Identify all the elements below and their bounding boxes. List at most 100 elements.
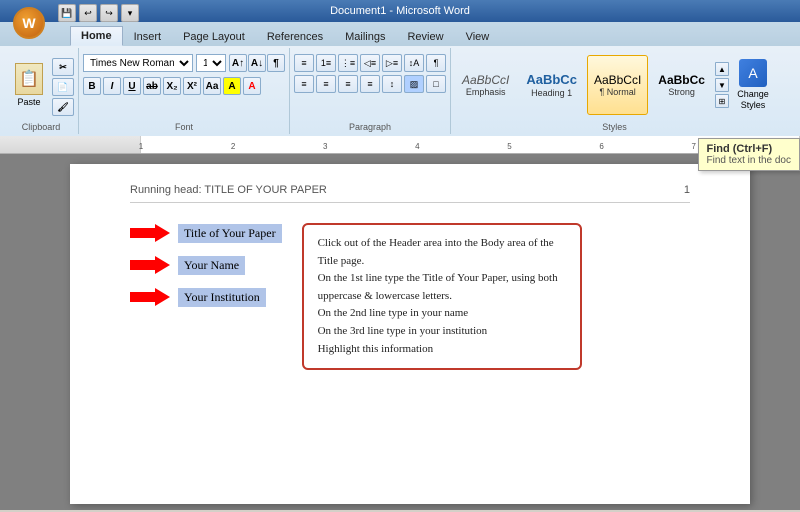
styles-group: AaBbCcI Emphasis AaBbCc Heading 1 AaBbCc… <box>451 48 778 134</box>
style-normal-btn[interactable]: AaBbCcI ¶ Normal <box>587 55 648 115</box>
doc-content: Title of Your Paper Your Name <box>130 223 690 370</box>
document-area[interactable]: Running head: TITLE OF YOUR PAPER 1 Titl… <box>20 154 800 510</box>
title-text: Document1 - Microsoft Word <box>330 5 470 17</box>
office-logo[interactable]: W <box>13 7 45 39</box>
page-number: 1 <box>684 184 690 196</box>
font-color-btn[interactable]: A <box>243 77 261 95</box>
ribbon-tabs: Home Insert Page Layout References Maili… <box>0 22 800 46</box>
name-arrow <box>130 255 170 275</box>
find-tooltip-desc: Find text in the doc <box>707 155 792 166</box>
numbering-btn[interactable]: 1≡ <box>316 54 336 72</box>
page: Running head: TITLE OF YOUR PAPER 1 Titl… <box>70 164 750 504</box>
redo-quick-btn[interactable]: ↪ <box>100 4 118 22</box>
shading-btn[interactable]: ▨ <box>404 75 424 93</box>
title-arrow <box>130 223 170 243</box>
style-emphasis-btn[interactable]: AaBbCcI Emphasis <box>455 55 516 115</box>
title-text: Title of Your Paper <box>178 224 282 243</box>
find-tooltip: Find (Ctrl+F) Find text in the doc <box>698 138 800 171</box>
align-right-btn[interactable]: ≡ <box>338 75 358 93</box>
highlight-btn[interactable]: A <box>223 77 241 95</box>
style-normal-preview: AaBbCcI <box>594 73 641 87</box>
clipboard-label: Clipboard <box>8 120 74 132</box>
style-heading1-label: Heading 1 <box>531 88 572 98</box>
name-text: Your Name <box>178 256 245 275</box>
line-spacing-btn[interactable]: ↕ <box>382 75 402 93</box>
ruler: 1 2 3 4 5 6 7 <box>0 136 800 154</box>
styles-scroll-down[interactable]: ▼ <box>715 78 729 92</box>
decrease-indent-btn[interactable]: ◁≡ <box>360 54 380 72</box>
styles-scroll-up[interactable]: ▲ <box>715 62 729 76</box>
tab-references[interactable]: References <box>256 27 334 46</box>
ruler-mark-2: 3 <box>323 142 327 151</box>
tab-view[interactable]: View <box>455 27 501 46</box>
ruler-mark-4: 5 <box>507 142 511 151</box>
paste-button[interactable]: 📋 Paste <box>8 58 50 112</box>
style-strong-preview: AaBbCc <box>658 73 705 87</box>
style-strong-btn[interactable]: AaBbCc Strong <box>651 55 712 115</box>
save-quick-btn[interactable]: 💾 <box>58 4 76 22</box>
text-effects-btn[interactable]: Aa <box>203 77 221 95</box>
clear-format-btn[interactable]: ¶ <box>267 54 285 72</box>
decrease-font-btn[interactable]: A↓ <box>248 54 266 72</box>
tab-insert[interactable]: Insert <box>123 27 173 46</box>
list-buttons-row: ≡ 1≡ ⋮≡ ◁≡ ▷≡ ↕A ¶ <box>294 54 446 72</box>
office-button[interactable]: W <box>0 0 58 46</box>
ruler-mark-6: 7 <box>691 142 695 151</box>
font-name-select[interactable]: Times New Roman <box>83 54 193 72</box>
paste-label: Paste <box>17 97 40 107</box>
tab-home[interactable]: Home <box>70 26 123 46</box>
superscript-button[interactable]: X² <box>183 77 201 95</box>
subscript-button[interactable]: X₂ <box>163 77 181 95</box>
change-styles-button[interactable]: A ChangeStyles <box>732 54 774 116</box>
doc-left-column: Title of Your Paper Your Name <box>130 223 282 370</box>
style-strong-label: Strong <box>668 87 695 97</box>
style-emphasis-label: Emphasis <box>466 87 506 97</box>
increase-font-btn[interactable]: A↑ <box>229 54 247 72</box>
sidebar <box>0 154 20 510</box>
main-area: Running head: TITLE OF YOUR PAPER 1 Titl… <box>0 154 800 510</box>
font-selector-row: Times New Roman 12 A↑ A↓ ¶ <box>83 54 285 72</box>
multilevel-btn[interactable]: ⋮≡ <box>338 54 358 72</box>
clipboard-group: 📋 Paste ✂ 📄 🖌 Clipboard <box>4 48 79 134</box>
align-left-btn[interactable]: ≡ <box>294 75 314 93</box>
instruction-text: Click out of the Header area into the Bo… <box>318 237 558 355</box>
font-group: Times New Roman 12 A↑ A↓ ¶ B I U ab <box>79 48 290 134</box>
page-header: Running head: TITLE OF YOUR PAPER 1 <box>130 184 690 203</box>
font-size-select[interactable]: 12 <box>196 54 226 72</box>
undo-quick-btn[interactable]: ↩ <box>79 4 97 22</box>
style-emphasis-preview: AaBbCcI <box>462 73 509 87</box>
format-buttons-row: B I U ab X₂ X² Aa A A <box>83 77 261 95</box>
increase-indent-btn[interactable]: ▷≡ <box>382 54 402 72</box>
tab-review[interactable]: Review <box>396 27 454 46</box>
institution-arrow <box>130 287 170 307</box>
running-head: Running head: TITLE OF YOUR PAPER <box>130 184 327 196</box>
ruler-mark-5: 6 <box>599 142 603 151</box>
format-painter-button[interactable]: 🖌 <box>52 98 74 116</box>
change-styles-icon: A <box>739 59 767 87</box>
border-btn[interactable]: □ <box>426 75 446 93</box>
styles-expand[interactable]: ⊞ <box>715 94 729 108</box>
ribbon-content: 📋 Paste ✂ 📄 🖌 Clipboard Times New Roman <box>0 46 800 136</box>
italic-button[interactable]: I <box>103 77 121 95</box>
style-heading1-preview: AaBbCc <box>526 72 577 88</box>
tab-page-layout[interactable]: Page Layout <box>172 27 256 46</box>
institution-item: Your Institution <box>130 287 282 307</box>
strikethrough-button[interactable]: ab <box>143 77 161 95</box>
align-center-btn[interactable]: ≡ <box>316 75 336 93</box>
cut-button[interactable]: ✂ <box>52 58 74 76</box>
style-heading1-btn[interactable]: AaBbCc Heading 1 <box>519 55 584 115</box>
copy-button[interactable]: 📄 <box>52 78 74 96</box>
justify-btn[interactable]: ≡ <box>360 75 380 93</box>
font-label: Font <box>83 120 285 132</box>
ruler-mark-1: 2 <box>231 142 235 151</box>
bold-button[interactable]: B <box>83 77 101 95</box>
show-marks-btn[interactable]: ¶ <box>426 54 446 72</box>
tab-mailings[interactable]: Mailings <box>334 27 396 46</box>
bullets-btn[interactable]: ≡ <box>294 54 314 72</box>
more-quick-btn[interactable]: ▾ <box>121 4 139 22</box>
sort-btn[interactable]: ↕A <box>404 54 424 72</box>
instruction-box: Click out of the Header area into the Bo… <box>302 223 582 370</box>
underline-button[interactable]: U <box>123 77 141 95</box>
paragraph-group: ≡ 1≡ ⋮≡ ◁≡ ▷≡ ↕A ¶ ≡ ≡ ≡ ≡ ↕ ▨ □ <box>290 48 451 134</box>
paste-icon: 📋 <box>15 63 43 95</box>
